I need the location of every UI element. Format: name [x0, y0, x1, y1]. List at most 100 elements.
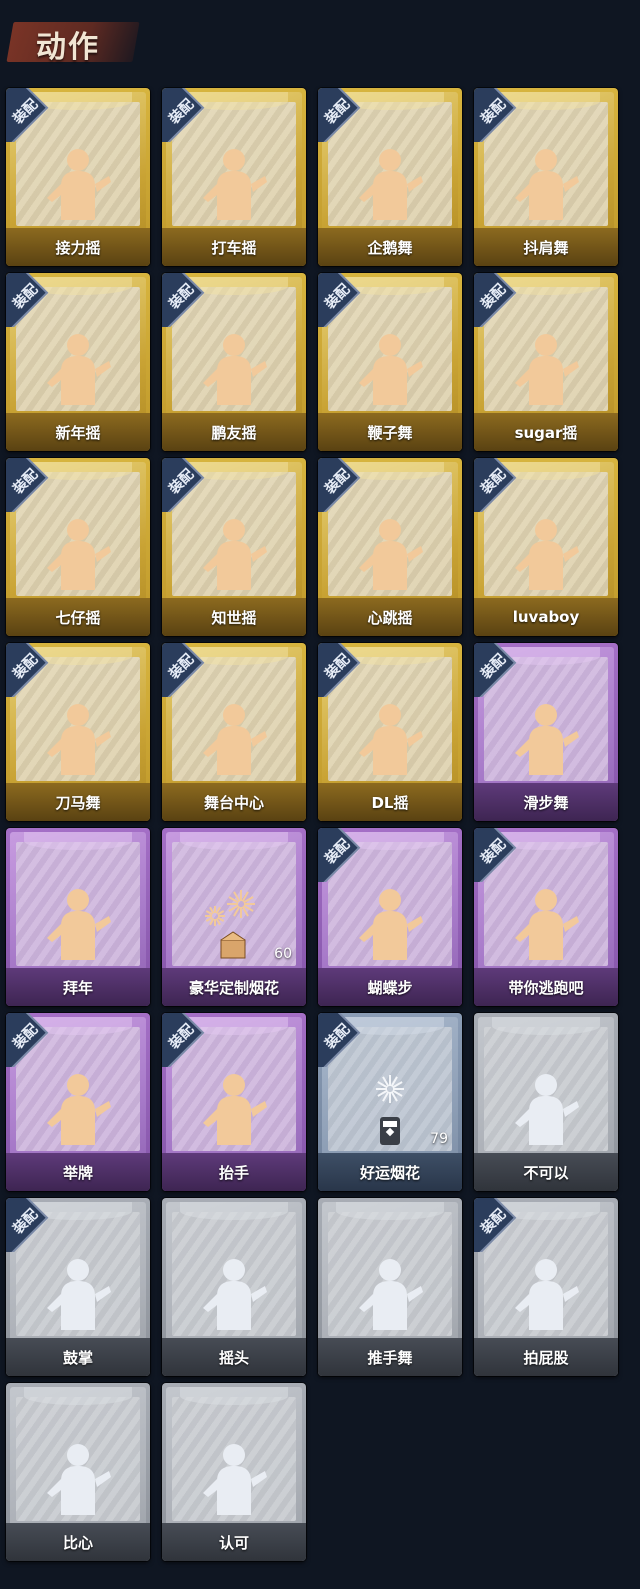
- finger-wag-icon: [501, 1065, 591, 1155]
- equipped-badge: 装配: [6, 273, 60, 327]
- emote-name: 豪华定制烟花: [188, 978, 279, 997]
- card-name-bar: 新年摇: [6, 413, 150, 451]
- emote-card[interactable]: 鹏友摇 装配: [162, 273, 306, 451]
- emote-card[interactable]: 知世摇 装配: [162, 458, 306, 636]
- emote-card[interactable]: 接力摇 装配: [6, 88, 150, 266]
- emote-card[interactable]: 企鹅舞 装配: [318, 88, 462, 266]
- equipped-badge: 装配: [318, 1013, 372, 1067]
- card-name-bar: 鹏友摇: [162, 413, 306, 451]
- card-name-bar: 鞭子舞: [318, 413, 462, 451]
- emote-name: luvaboy: [512, 608, 580, 626]
- emote-name: 心跳摇: [367, 608, 413, 627]
- equipped-badge-label: 装配: [10, 466, 42, 498]
- card-name-bar: 抬手: [162, 1153, 306, 1191]
- equipped-badge: 装配: [318, 458, 372, 512]
- equipped-badge-label: 装配: [478, 96, 510, 128]
- card-ornament: [180, 1387, 288, 1405]
- item-count: 60: [274, 946, 292, 962]
- emote-card[interactable]: 推手舞: [318, 1198, 462, 1376]
- card-name-bar: 推手舞: [318, 1338, 462, 1376]
- emote-card[interactable]: luvaboy 装配: [474, 458, 618, 636]
- emote-name: 知世摇: [211, 608, 257, 627]
- firework-box-icon: [189, 880, 279, 970]
- equipped-badge-label: 装配: [10, 1206, 42, 1238]
- equipped-badge-label: 装配: [478, 651, 510, 683]
- slap-icon: [501, 1250, 591, 1340]
- emote-card[interactable]: 认可: [162, 1383, 306, 1561]
- emote-card[interactable]: 抖肩舞 装配: [474, 88, 618, 266]
- emote-card[interactable]: 不可以: [474, 1013, 618, 1191]
- emote-name: 七仔摇: [55, 608, 101, 627]
- dance-figure-icon: [501, 325, 591, 415]
- emote-card[interactable]: 七仔摇 装配: [6, 458, 150, 636]
- card-name-bar: 比心: [6, 1523, 150, 1561]
- dance-figure-icon: [189, 695, 279, 785]
- emote-name: 不可以: [523, 1163, 569, 1182]
- emote-card[interactable]: 摇头: [162, 1198, 306, 1376]
- emote-card[interactable]: 拍屁股 装配: [474, 1198, 618, 1376]
- dance-figure-icon: [189, 510, 279, 600]
- equipped-badge: 装配: [474, 828, 528, 882]
- emote-card[interactable]: 新年摇 装配: [6, 273, 150, 451]
- equipped-badge: 装配: [6, 1013, 60, 1067]
- shake-head-icon: [189, 1250, 279, 1340]
- emote-card[interactable]: 蝴蝶步 装配: [318, 828, 462, 1006]
- emote-card[interactable]: 滑步舞 装配: [474, 643, 618, 821]
- emote-card[interactable]: 举牌 装配: [6, 1013, 150, 1191]
- emote-card[interactable]: 抬手 装配: [162, 1013, 306, 1191]
- card-name-bar: 刀马舞: [6, 783, 150, 821]
- card-ornament: [180, 832, 288, 850]
- card-name-bar: 蝴蝶步: [318, 968, 462, 1006]
- dance-figure-icon: [33, 510, 123, 600]
- dance-figure-icon: [501, 140, 591, 230]
- equipped-badge: 装配: [6, 643, 60, 697]
- emote-card[interactable]: DL摇 装配: [318, 643, 462, 821]
- emote-name: 拜年: [62, 978, 93, 997]
- equipped-badge: 装配: [318, 88, 372, 142]
- card-name-bar: 不可以: [474, 1153, 618, 1191]
- emote-card[interactable]: 比心: [6, 1383, 150, 1561]
- card-name-bar: 摇头: [162, 1338, 306, 1376]
- emote-name: 推手舞: [367, 1348, 413, 1367]
- equipped-badge-label: 装配: [478, 836, 510, 868]
- emote-card[interactable]: 拜年: [6, 828, 150, 1006]
- equipped-badge-label: 装配: [166, 281, 198, 313]
- item-count: 79: [430, 1131, 448, 1147]
- emote-name: 鼓掌: [62, 1348, 93, 1367]
- equipped-badge-label: 装配: [322, 281, 354, 313]
- dance-figure-icon: [33, 140, 123, 230]
- emote-name: 带你逃跑吧: [508, 978, 584, 997]
- emote-card[interactable]: 心跳摇 装配: [318, 458, 462, 636]
- emote-card[interactable]: 打车摇 装配: [162, 88, 306, 266]
- emote-card[interactable]: 鼓掌 装配: [6, 1198, 150, 1376]
- emote-card[interactable]: 刀马舞 装配: [6, 643, 150, 821]
- emote-card[interactable]: 带你逃跑吧 装配: [474, 828, 618, 1006]
- firework-can-icon: [345, 1065, 435, 1155]
- emote-name: 举牌: [62, 1163, 93, 1182]
- emote-name: 接力摇: [55, 238, 101, 257]
- equipped-badge-label: 装配: [322, 651, 354, 683]
- card-name-bar: 好运烟花: [318, 1153, 462, 1191]
- emote-name: 拍屁股: [523, 1348, 569, 1367]
- equipped-badge: 装配: [6, 1198, 60, 1252]
- equipped-badge: 装配: [162, 458, 216, 512]
- emote-card[interactable]: 舞台中心 装配: [162, 643, 306, 821]
- card-name-bar: 知世摇: [162, 598, 306, 636]
- card-name-bar: 鼓掌: [6, 1338, 150, 1376]
- equipped-badge: 装配: [162, 1013, 216, 1067]
- equipped-badge: 装配: [162, 643, 216, 697]
- emote-card[interactable]: sugar摇 装配: [474, 273, 618, 451]
- dance-figure-icon: [501, 695, 591, 785]
- emote-card[interactable]: 60 豪华定制烟花: [162, 828, 306, 1006]
- card-name-bar: 抖肩舞: [474, 228, 618, 266]
- card-name-bar: 带你逃跑吧: [474, 968, 618, 1006]
- emote-name: 抖肩舞: [523, 238, 569, 257]
- equipped-badge: 装配: [318, 273, 372, 327]
- equipped-badge: 装配: [318, 828, 372, 882]
- emote-card[interactable]: 79 好运烟花 装配: [318, 1013, 462, 1191]
- emote-name: 认可: [218, 1533, 249, 1552]
- dance-figure-icon: [501, 510, 591, 600]
- card-name-bar: sugar摇: [474, 413, 618, 451]
- emote-card[interactable]: 鞭子舞 装配: [318, 273, 462, 451]
- equipped-badge: 装配: [474, 1198, 528, 1252]
